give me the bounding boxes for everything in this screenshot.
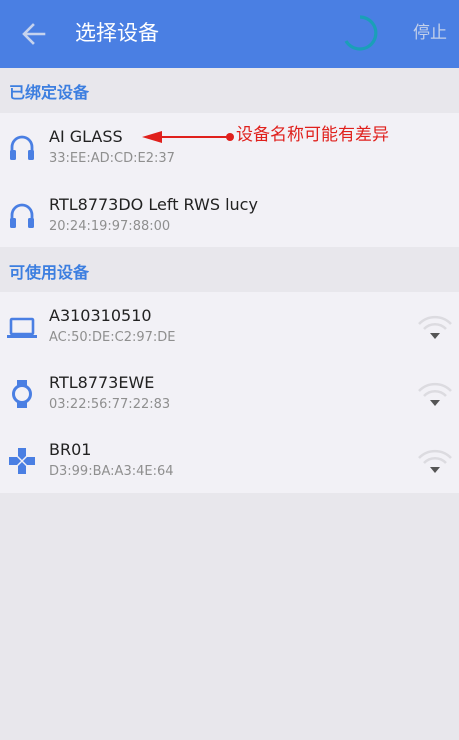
device-mac-address: 03:22:56:77:22:83 xyxy=(49,397,171,412)
stop-button[interactable]: 停止 xyxy=(413,20,447,46)
headphones-icon xyxy=(10,203,34,228)
device-name: RTL8773EWE xyxy=(49,373,155,392)
available-device-item[interactable]: BR01 D3:99:BA:A3:4E:64 xyxy=(0,426,459,492)
device-mac-address: AC:50:DE:C2:97:DE xyxy=(49,330,176,345)
device-name-annotation: 设备名称可能有差异 xyxy=(140,122,430,152)
device-name: A310310510 xyxy=(49,306,152,325)
available-device-item[interactable]: RTL8773EWE 03:22:56:77:22:83 xyxy=(0,359,459,425)
available-devices-header-label: 可使用设备 xyxy=(9,263,90,282)
arrow-left-icon[interactable] xyxy=(18,18,50,50)
wifi-signal-icon xyxy=(418,382,452,406)
bonded-device-item[interactable]: RTL8773DO Left RWS lucy 20:24:19:97:88:0… xyxy=(0,181,459,247)
app-bar: 选择设备 停止 xyxy=(0,0,459,68)
progress-spinner-icon xyxy=(344,15,378,51)
device-mac-address: 33:EE:AD:CD:E2:37 xyxy=(49,151,175,166)
device-name: RTL8773DO Left RWS lucy xyxy=(49,195,258,214)
device-name: BR01 xyxy=(49,440,92,459)
wifi-signal-icon xyxy=(418,315,452,339)
gamepad-icon xyxy=(9,448,35,474)
headphones-icon xyxy=(10,135,34,160)
laptop-icon xyxy=(7,317,37,338)
page-title: 选择设备 xyxy=(75,21,159,45)
annotation-arrow-icon xyxy=(142,131,234,143)
device-mac-address: 20:24:19:97:88:00 xyxy=(49,219,171,234)
watch-icon xyxy=(12,380,32,408)
bonded-devices-header: 已绑定设备 xyxy=(0,68,459,112)
wifi-signal-icon xyxy=(418,449,452,473)
device-mac-address: D3:99:BA:A3:4E:64 xyxy=(49,464,174,479)
bonded-devices-header-label: 已绑定设备 xyxy=(9,83,90,102)
annotation-text: 设备名称可能有差异 xyxy=(236,125,389,145)
available-devices-header: 可使用设备 xyxy=(0,248,459,292)
device-name: AI GLASS xyxy=(49,127,123,146)
available-devices-list: A310310510 AC:50:DE:C2:97:DE RTL8773EWE … xyxy=(0,292,459,493)
available-device-item[interactable]: A310310510 AC:50:DE:C2:97:DE xyxy=(0,292,459,358)
